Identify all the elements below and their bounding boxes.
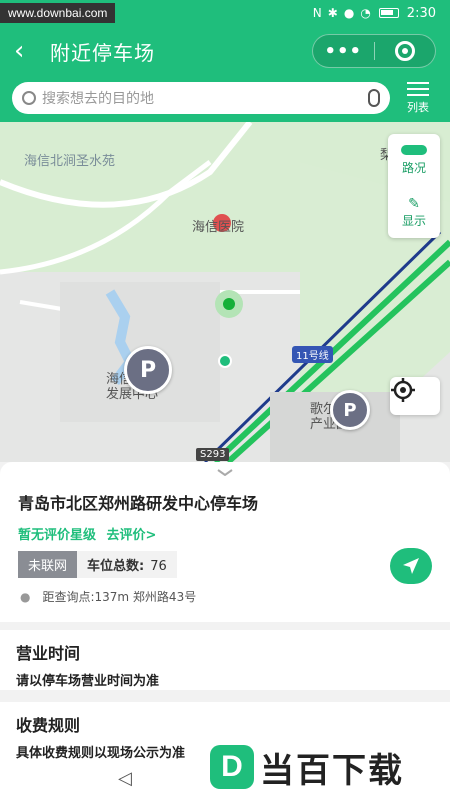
clock: 2:30 <box>406 5 436 21</box>
map-tools: 路况 ✎ 显示 <box>388 134 440 238</box>
brand-text: 当百下载 <box>260 750 404 791</box>
status-icons: N ✱ ● ◔ 2:30 <box>313 6 436 21</box>
parking-marker[interactable]: P <box>124 346 172 394</box>
info-row: 未联网 车位总数: 76 <box>18 551 432 578</box>
locate-button[interactable] <box>390 377 440 415</box>
system-icons: N ✱ ● ◔ <box>313 6 371 20</box>
back-nav-button[interactable]: ◁ <box>118 768 132 789</box>
distance-row: ● 距查询点:137m 郑州路43号 <box>18 588 432 605</box>
business-hours-body: 请以停车场营业时间为准 <box>16 674 160 689</box>
header: www.downbai.com N ✱ ● ◔ 2:30 ‹ 附近停车场 ••• <box>0 0 450 122</box>
status-badge: 未联网 <box>18 551 78 578</box>
display-label: 显示 <box>401 213 426 228</box>
battery-icon <box>378 8 399 18</box>
miniapp-capsule: ••• <box>312 34 436 68</box>
search-placeholder: 搜索想去的目的地 <box>42 91 154 107</box>
collapse-handle-icon[interactable] <box>216 468 234 476</box>
search-input[interactable]: 搜索想去的目的地 <box>12 82 390 114</box>
navigation-arrow-icon <box>403 558 419 574</box>
navigate-button[interactable] <box>390 548 432 584</box>
no-rating-text: 暂无评价星级 <box>18 528 97 543</box>
map-label-highway: S293 <box>196 448 230 461</box>
user-location-dot <box>223 298 235 310</box>
business-hours-title: 营业时间 <box>16 644 81 663</box>
title-bar: ‹ 附近停车场 ••• <box>0 26 450 76</box>
map-canvas <box>0 122 450 462</box>
crosshair-icon <box>391 378 415 402</box>
site-watermark: www.downbai.com <box>0 3 116 23</box>
brand-watermark: D 当百下载 <box>210 742 450 792</box>
destination-pin-icon[interactable] <box>218 354 232 368</box>
list-button[interactable]: 列表 <box>396 81 440 115</box>
page-title: 附近停车场 <box>50 40 155 65</box>
parking-icon: P <box>139 357 157 383</box>
traffic-button[interactable]: 路况 <box>388 134 440 186</box>
parking-icon: P <box>343 399 357 421</box>
map-label-metro: 11号线 <box>292 346 333 363</box>
nfc-icon: N <box>312 6 322 20</box>
brand-logo: D <box>210 745 254 789</box>
location-icon: ● <box>343 6 355 20</box>
spaces-value: 76 <box>150 559 167 574</box>
map[interactable]: 海信北涧圣水苑 海信医院 梨 11号线 S293 海信 发展中心 歌尔电子 产业… <box>0 122 450 462</box>
parking-name: 青岛市北区郑州路研发中心停车场 <box>18 494 259 513</box>
target-icon <box>394 41 415 61</box>
rating-row: 暂无评价星级 去评价> <box>18 524 432 543</box>
parking-detail-card: 青岛市北区郑州路研发中心停车场 暂无评价星级 去评价> 未联网 车位总数: 76 … <box>0 462 450 622</box>
fee-rules-title: 收费规则 <box>16 716 81 735</box>
display-button[interactable]: ✎ 显示 <box>388 186 440 238</box>
close-miniapp-button[interactable] <box>375 41 436 61</box>
spaces-info: 车位总数: 76 <box>77 551 177 578</box>
location-pin-icon: ● <box>20 589 31 604</box>
spaces-label: 车位总数: <box>87 559 145 574</box>
parking-marker[interactable]: P <box>330 390 370 430</box>
more-button[interactable]: ••• <box>313 41 374 62</box>
microphone-icon[interactable] <box>368 89 380 107</box>
rate-link[interactable]: 去评价> <box>107 528 157 543</box>
bluetooth-icon: ✱ <box>327 6 338 20</box>
status-bar: www.downbai.com N ✱ ● ◔ 2:30 <box>0 0 450 26</box>
search-icon <box>22 91 36 105</box>
map-label-hospital: 海信医院 <box>192 220 245 235</box>
search-row: 搜索想去的目的地 列表 <box>0 78 450 118</box>
back-button[interactable]: ‹ <box>14 36 50 66</box>
chevron-left-icon: ‹ <box>14 36 25 66</box>
wifi-icon: ◔ <box>360 6 371 20</box>
business-hours-section: 营业时间 请以停车场营业时间为准 <box>0 630 450 690</box>
distance-text: 距查询点:137m 郑州路43号 <box>42 590 197 604</box>
traffic-icon <box>401 144 427 155</box>
list-icon <box>407 81 429 96</box>
list-label: 列表 <box>407 100 429 114</box>
edit-icon: ✎ <box>408 195 420 212</box>
more-icon: ••• <box>324 40 362 62</box>
traffic-label: 路况 <box>401 160 426 175</box>
map-label-community: 海信北涧圣水苑 <box>24 154 116 169</box>
